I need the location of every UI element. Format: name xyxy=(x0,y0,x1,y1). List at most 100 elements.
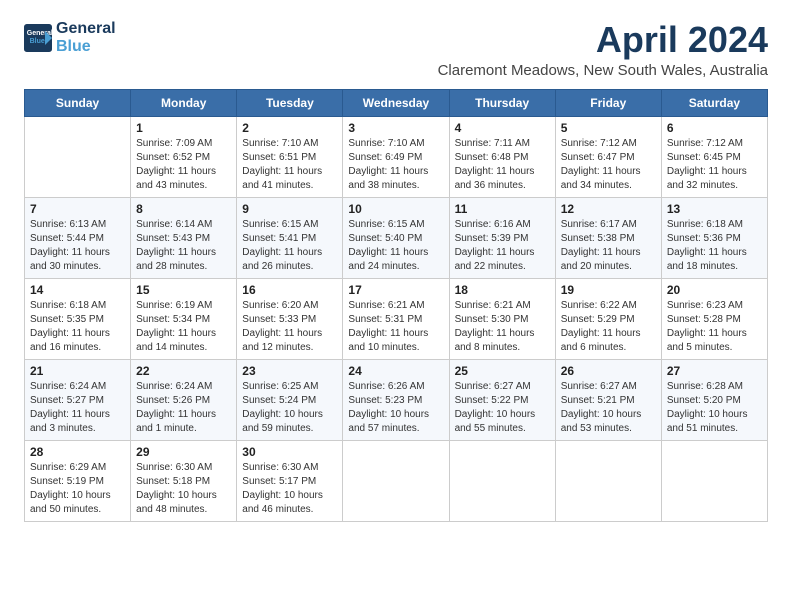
day-number: 19 xyxy=(561,283,656,297)
day-info: Sunrise: 6:22 AMSunset: 5:29 PMDaylight:… xyxy=(561,299,656,355)
calendar-cell: 23Sunrise: 6:25 AMSunset: 5:24 PMDayligh… xyxy=(237,359,343,440)
day-info: Sunrise: 6:24 AMSunset: 5:26 PMDaylight:… xyxy=(136,380,231,436)
calendar-cell: 7 Sunrise: 6:13 AMSunset: 5:44 PMDaylight… xyxy=(25,197,131,278)
day-info: Sunrise: 6:30 AMSunset: 5:17 PMDaylight:… xyxy=(242,461,337,517)
logo: General Blue General Blue xyxy=(24,20,116,55)
day-info: Sunrise: 6:28 AMSunset: 5:20 PMDaylight:… xyxy=(667,380,762,436)
logo-icon: General Blue xyxy=(24,24,52,52)
calendar-day-header: Wednesday xyxy=(343,89,449,116)
calendar-week-row: 14 Sunrise: 6:18 AMSunset: 5:35 PMDayligh… xyxy=(25,278,768,359)
calendar-cell: 15 Sunrise: 6:19 AMSunset: 5:34 PMDayligh… xyxy=(131,278,237,359)
day-info: Sunrise: 6:18 AMSunset: 5:35 PMDaylight:… xyxy=(30,299,125,355)
page-header: General Blue General Blue April 2024 Cla… xyxy=(24,20,768,79)
calendar-day-header: Thursday xyxy=(449,89,555,116)
calendar-cell: 3 Sunrise: 7:10 AMSunset: 6:49 PMDaylight… xyxy=(343,116,449,197)
day-number: 14 xyxy=(30,283,125,297)
calendar-cell: 10 Sunrise: 6:15 AMSunset: 5:40 PMDayligh… xyxy=(343,197,449,278)
calendar-cell: 8 Sunrise: 6:14 AMSunset: 5:43 PMDaylight… xyxy=(131,197,237,278)
day-number: 22 xyxy=(136,364,231,378)
day-info: Sunrise: 6:29 AMSunset: 5:19 PMDaylight:… xyxy=(30,461,125,517)
day-info: Sunrise: 6:15 AMSunset: 5:40 PMDaylight:… xyxy=(348,218,443,274)
day-number: 8 xyxy=(136,202,231,216)
calendar-cell: 19 Sunrise: 6:22 AMSunset: 5:29 PMDayligh… xyxy=(555,278,661,359)
day-number: 7 xyxy=(30,202,125,216)
calendar-cell: 29 Sunrise: 6:30 AMSunset: 5:18 PMDayligh… xyxy=(131,440,237,521)
calendar-cell: 4Sunrise: 7:11 AMSunset: 6:48 PMDaylight… xyxy=(449,116,555,197)
day-info: Sunrise: 7:09 AMSunset: 6:52 PMDaylight:… xyxy=(136,137,231,193)
calendar-cell: 14 Sunrise: 6:18 AMSunset: 5:35 PMDayligh… xyxy=(25,278,131,359)
calendar-cell: 5Sunrise: 7:12 AMSunset: 6:47 PMDaylight… xyxy=(555,116,661,197)
day-info: Sunrise: 6:30 AMSunset: 5:18 PMDaylight:… xyxy=(136,461,231,517)
day-number: 23 xyxy=(242,364,337,378)
day-number: 6 xyxy=(667,121,762,135)
day-number: 30 xyxy=(242,445,337,459)
day-number: 3 xyxy=(348,121,443,135)
day-info: Sunrise: 6:14 AMSunset: 5:43 PMDaylight:… xyxy=(136,218,231,274)
day-info: Sunrise: 6:13 AMSunset: 5:44 PMDaylight:… xyxy=(30,218,125,274)
day-number: 1 xyxy=(136,121,231,135)
day-info: Sunrise: 7:10 AMSunset: 6:49 PMDaylight:… xyxy=(348,137,443,193)
day-number: 13 xyxy=(667,202,762,216)
day-number: 27 xyxy=(667,364,762,378)
calendar-cell: 16Sunrise: 6:20 AMSunset: 5:33 PMDayligh… xyxy=(237,278,343,359)
calendar-cell: 26 Sunrise: 6:27 AMSunset: 5:21 PMDayligh… xyxy=(555,359,661,440)
day-info: Sunrise: 6:27 AMSunset: 5:22 PMDaylight:… xyxy=(455,380,550,436)
calendar-header-row: SundayMondayTuesdayWednesdayThursdayFrid… xyxy=(25,89,768,116)
day-number: 17 xyxy=(348,283,443,297)
day-number: 26 xyxy=(561,364,656,378)
calendar-week-row: 7 Sunrise: 6:13 AMSunset: 5:44 PMDaylight… xyxy=(25,197,768,278)
calendar-cell: 25 Sunrise: 6:27 AMSunset: 5:22 PMDayligh… xyxy=(449,359,555,440)
day-number: 25 xyxy=(455,364,550,378)
svg-text:Blue: Blue xyxy=(30,37,45,44)
day-number: 9 xyxy=(242,202,337,216)
day-number: 18 xyxy=(455,283,550,297)
title-block: April 2024 Claremont Meadows, New South … xyxy=(438,20,768,79)
calendar-cell: 18 Sunrise: 6:21 AMSunset: 5:30 PMDayligh… xyxy=(449,278,555,359)
day-info: Sunrise: 6:19 AMSunset: 5:34 PMDaylight:… xyxy=(136,299,231,355)
day-info: Sunrise: 6:23 AMSunset: 5:28 PMDaylight:… xyxy=(667,299,762,355)
calendar-cell xyxy=(343,440,449,521)
day-info: Sunrise: 6:18 AMSunset: 5:36 PMDaylight:… xyxy=(667,218,762,274)
calendar-day-header: Friday xyxy=(555,89,661,116)
day-info: Sunrise: 6:15 AMSunset: 5:41 PMDaylight:… xyxy=(242,218,337,274)
calendar-cell xyxy=(555,440,661,521)
calendar-cell xyxy=(25,116,131,197)
calendar-day-header: Tuesday xyxy=(237,89,343,116)
calendar-cell xyxy=(449,440,555,521)
month-title: April 2024 xyxy=(438,20,768,60)
calendar-cell: 6 Sunrise: 7:12 AMSunset: 6:45 PMDaylight… xyxy=(661,116,767,197)
day-info: Sunrise: 6:16 AMSunset: 5:39 PMDaylight:… xyxy=(455,218,550,274)
logo-text: General Blue xyxy=(56,20,116,55)
day-info: Sunrise: 7:12 AMSunset: 6:45 PMDaylight:… xyxy=(667,137,762,193)
calendar-cell: 12 Sunrise: 6:17 AMSunset: 5:38 PMDayligh… xyxy=(555,197,661,278)
day-info: Sunrise: 6:21 AMSunset: 5:31 PMDaylight:… xyxy=(348,299,443,355)
calendar-cell: 9 Sunrise: 6:15 AMSunset: 5:41 PMDaylight… xyxy=(237,197,343,278)
calendar-cell xyxy=(661,440,767,521)
calendar-table: SundayMondayTuesdayWednesdayThursdayFrid… xyxy=(24,89,768,522)
day-number: 11 xyxy=(455,202,550,216)
calendar-cell: 27 Sunrise: 6:28 AMSunset: 5:20 PMDayligh… xyxy=(661,359,767,440)
calendar-cell: 2Sunrise: 7:10 AMSunset: 6:51 PMDaylight… xyxy=(237,116,343,197)
day-number: 12 xyxy=(561,202,656,216)
calendar-cell: 28Sunrise: 6:29 AMSunset: 5:19 PMDayligh… xyxy=(25,440,131,521)
location-subtitle: Claremont Meadows, New South Wales, Aust… xyxy=(438,62,768,79)
day-number: 5 xyxy=(561,121,656,135)
calendar-cell: 30 Sunrise: 6:30 AMSunset: 5:17 PMDayligh… xyxy=(237,440,343,521)
day-info: Sunrise: 7:11 AMSunset: 6:48 PMDaylight:… xyxy=(455,137,550,193)
day-number: 10 xyxy=(348,202,443,216)
calendar-day-header: Saturday xyxy=(661,89,767,116)
day-info: Sunrise: 6:17 AMSunset: 5:38 PMDaylight:… xyxy=(561,218,656,274)
calendar-cell: 24 Sunrise: 6:26 AMSunset: 5:23 PMDayligh… xyxy=(343,359,449,440)
day-number: 15 xyxy=(136,283,231,297)
day-info: Sunrise: 6:21 AMSunset: 5:30 PMDaylight:… xyxy=(455,299,550,355)
day-number: 29 xyxy=(136,445,231,459)
calendar-day-header: Monday xyxy=(131,89,237,116)
day-number: 24 xyxy=(348,364,443,378)
day-info: Sunrise: 6:20 AMSunset: 5:33 PMDaylight:… xyxy=(242,299,337,355)
day-info: Sunrise: 6:26 AMSunset: 5:23 PMDaylight:… xyxy=(348,380,443,436)
day-info: Sunrise: 6:27 AMSunset: 5:21 PMDaylight:… xyxy=(561,380,656,436)
day-info: Sunrise: 6:24 AMSunset: 5:27 PMDaylight:… xyxy=(30,380,125,436)
day-info: Sunrise: 7:10 AMSunset: 6:51 PMDaylight:… xyxy=(242,137,337,193)
calendar-cell: 17 Sunrise: 6:21 AMSunset: 5:31 PMDayligh… xyxy=(343,278,449,359)
day-number: 21 xyxy=(30,364,125,378)
